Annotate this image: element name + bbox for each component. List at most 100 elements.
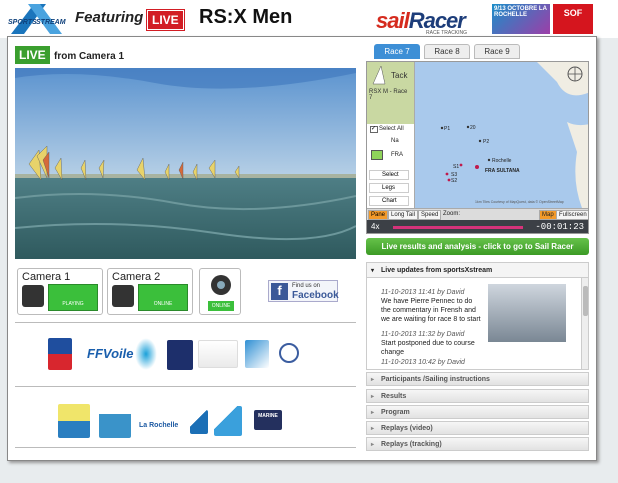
charente-maritime-logo[interactable] xyxy=(99,404,131,438)
camera-2-button[interactable]: Camera 2 ONLINE xyxy=(107,268,193,315)
facebook-icon: f xyxy=(271,283,288,300)
timeline-slider[interactable] xyxy=(393,226,523,229)
video-camera-icon xyxy=(112,285,134,307)
live-updates-title: Live updates from sportsXstream xyxy=(381,267,493,274)
marine-logo[interactable]: MARINE xyxy=(254,410,282,430)
agglo-la-rochelle-logo[interactable]: La Rochelle xyxy=(139,406,189,436)
tracking-map[interactable]: 20 P1 P2 Rochelle S3 S2 S1 FRA SULTANA 1km Ti… xyxy=(366,61,589,234)
select-all-label: Select All xyxy=(379,126,404,132)
update-date: 11-10-2013 11:41 by David xyxy=(381,289,465,296)
tack-label: Tack xyxy=(391,71,408,80)
map-side-panel: Tack RSX M - Race 7 ✓ Select All Na FRA … xyxy=(367,62,415,208)
accordion-label: Replays (tracking) xyxy=(381,441,442,448)
top-header: SPORTS STREAM Featuring LIVE RS:X Men sa… xyxy=(0,0,618,38)
championship-logo[interactable] xyxy=(198,340,238,368)
svg-text:P2: P2 xyxy=(483,139,489,145)
select-button[interactable]: Select xyxy=(369,170,409,180)
scrollbar-thumb[interactable] xyxy=(583,286,588,316)
volvo-logo[interactable] xyxy=(279,343,299,363)
race-time: -00:01:23 xyxy=(535,222,584,232)
select-all-checkbox[interactable]: ✓ xyxy=(370,126,378,133)
video-frame-image xyxy=(15,68,356,259)
collapse-arrow-icon: ▸ xyxy=(371,442,375,448)
rochelle-logo[interactable] xyxy=(214,406,242,436)
live-updates-header[interactable]: ▾ Live updates from sportsXstream xyxy=(366,262,589,278)
collapse-arrow-icon: ▸ xyxy=(371,377,375,383)
map-button[interactable]: Map xyxy=(539,210,557,220)
ffvoile-logo[interactable]: FFVoile xyxy=(87,336,133,370)
video-camera-icon xyxy=(22,285,44,307)
accordion-label: Replays (video) xyxy=(381,425,433,432)
camera-1-status: PLAYING xyxy=(62,301,84,307)
update-item: 11-10-2013 10:42 by David xyxy=(381,358,481,367)
tab-race-7[interactable]: Race 7 xyxy=(374,44,420,59)
club-logo[interactable] xyxy=(48,338,72,370)
tab-race-8[interactable]: Race 8 xyxy=(424,44,470,59)
long-tail-button[interactable]: Long Tail xyxy=(388,210,418,220)
sof-banner-ad[interactable]: SOF xyxy=(553,4,593,34)
feed-scrollbar[interactable] xyxy=(581,278,588,369)
column-header-name: Na xyxy=(391,138,399,144)
collapse-arrow-icon: ▸ xyxy=(371,410,375,416)
boat-label: FRA SULTANA xyxy=(485,168,520,174)
svg-text:P1: P1 xyxy=(444,126,450,132)
camera-1-button[interactable]: Camera 1 PLAYING xyxy=(17,268,103,315)
svg-text:Rochelle: Rochelle xyxy=(492,158,512,164)
map-credit: 1km Tiles Courtesy of MapQuest, data © O… xyxy=(475,200,564,204)
map-race-label: RSX M - Race 7 xyxy=(369,89,408,101)
live-badge: LIVE xyxy=(146,9,185,31)
map-panel-header: Tack RSX M - Race 7 xyxy=(367,62,414,124)
update-date: 11-10-2013 10:42 by David xyxy=(381,359,465,366)
featuring-label: Featuring xyxy=(75,9,144,26)
pane-button[interactable]: Pane xyxy=(368,210,389,220)
event-banner-ad[interactable]: 9/13 OCTOBRE LA ROCHELLE xyxy=(492,4,550,34)
svg-text:SPORTS: SPORTS xyxy=(8,19,37,26)
camera-2-label: Camera 2 xyxy=(112,271,161,283)
map-control-bar: Pane Long Tail Speed Zoom: Map Fullscree… xyxy=(367,208,588,220)
webcam-status: ONLINE xyxy=(211,303,231,309)
update-photo[interactable] xyxy=(488,284,566,342)
player-source-label: from Camera 1 xyxy=(54,51,125,62)
expand-arrow-icon: ▾ xyxy=(371,268,375,274)
collapse-arrow-icon: ▸ xyxy=(371,394,375,400)
poitou-charentes-logo[interactable] xyxy=(58,404,90,438)
accordion-replays-tracking[interactable]: ▸ Replays (tracking) xyxy=(366,437,589,451)
speed-button[interactable]: Speed xyxy=(418,210,442,220)
live-results-button[interactable]: Live results and analysis - click to go … xyxy=(366,238,589,255)
sailracer-logo-sail: sail xyxy=(376,8,410,33)
update-item: 11-10-2013 11:32 by David Start postpone… xyxy=(381,330,481,357)
accordion-label: Results xyxy=(381,393,407,400)
camera-1-label: Camera 1 xyxy=(22,271,71,283)
webcam-button[interactable]: ONLINE xyxy=(199,268,241,315)
video-player[interactable] xyxy=(15,68,356,259)
update-text: Start postponed due to course change xyxy=(381,340,475,356)
facebook-find-label: Find us on xyxy=(292,283,321,289)
facebook-link[interactable]: f Find us on Facebook xyxy=(268,280,339,302)
zoom-label: Zoom: xyxy=(443,211,461,217)
page-title: RS:X Men xyxy=(199,6,293,28)
accordion-participants[interactable]: ▸ Participants /Sailing instructions xyxy=(366,372,589,386)
isaf-logo[interactable] xyxy=(245,340,269,368)
divider xyxy=(15,386,356,387)
accordion-label: Participants /Sailing instructions xyxy=(381,376,490,383)
tab-race-9[interactable]: Race 9 xyxy=(474,44,520,59)
playback-bar: 4x -00:01:23 xyxy=(367,220,588,233)
update-text: We have Pierre Pennec to do the commenta… xyxy=(381,298,481,323)
chart-button[interactable]: Chart xyxy=(369,196,409,206)
accordion-results[interactable]: ▸ Results xyxy=(366,389,589,403)
sailing-logo[interactable] xyxy=(167,340,193,370)
playback-speed[interactable]: 4x xyxy=(371,222,379,231)
boat-select-checkbox[interactable] xyxy=(371,150,383,160)
svg-text:20: 20 xyxy=(470,125,476,131)
boat-country-label: FRA xyxy=(391,152,403,158)
accordion-label: Program xyxy=(381,409,410,416)
divider xyxy=(15,447,356,448)
accordion-replays-video[interactable]: ▸ Replays (video) xyxy=(366,421,589,435)
svg-text:S2: S2 xyxy=(451,178,457,184)
legs-button[interactable]: Legs xyxy=(369,183,409,193)
accordion-program[interactable]: ▸ Program xyxy=(366,405,589,419)
blue-logo[interactable] xyxy=(190,410,208,434)
fullscreen-button[interactable]: Fullscreen xyxy=(556,210,588,220)
star-logo[interactable] xyxy=(135,338,157,370)
sportsxstream-logo[interactable]: SPORTS STREAM xyxy=(6,2,68,36)
